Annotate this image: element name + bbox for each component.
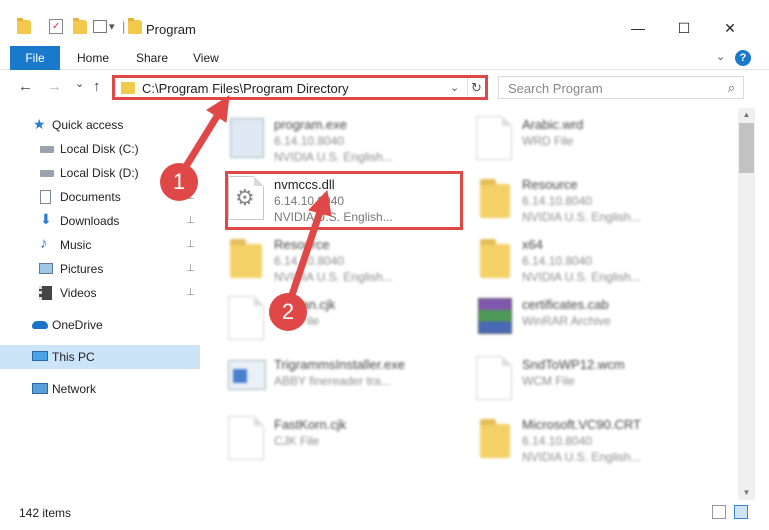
step-2-badge: 2: [269, 293, 307, 331]
step-1-badge: 1: [160, 163, 198, 201]
annotation-arrows: [181, 95, 332, 299]
